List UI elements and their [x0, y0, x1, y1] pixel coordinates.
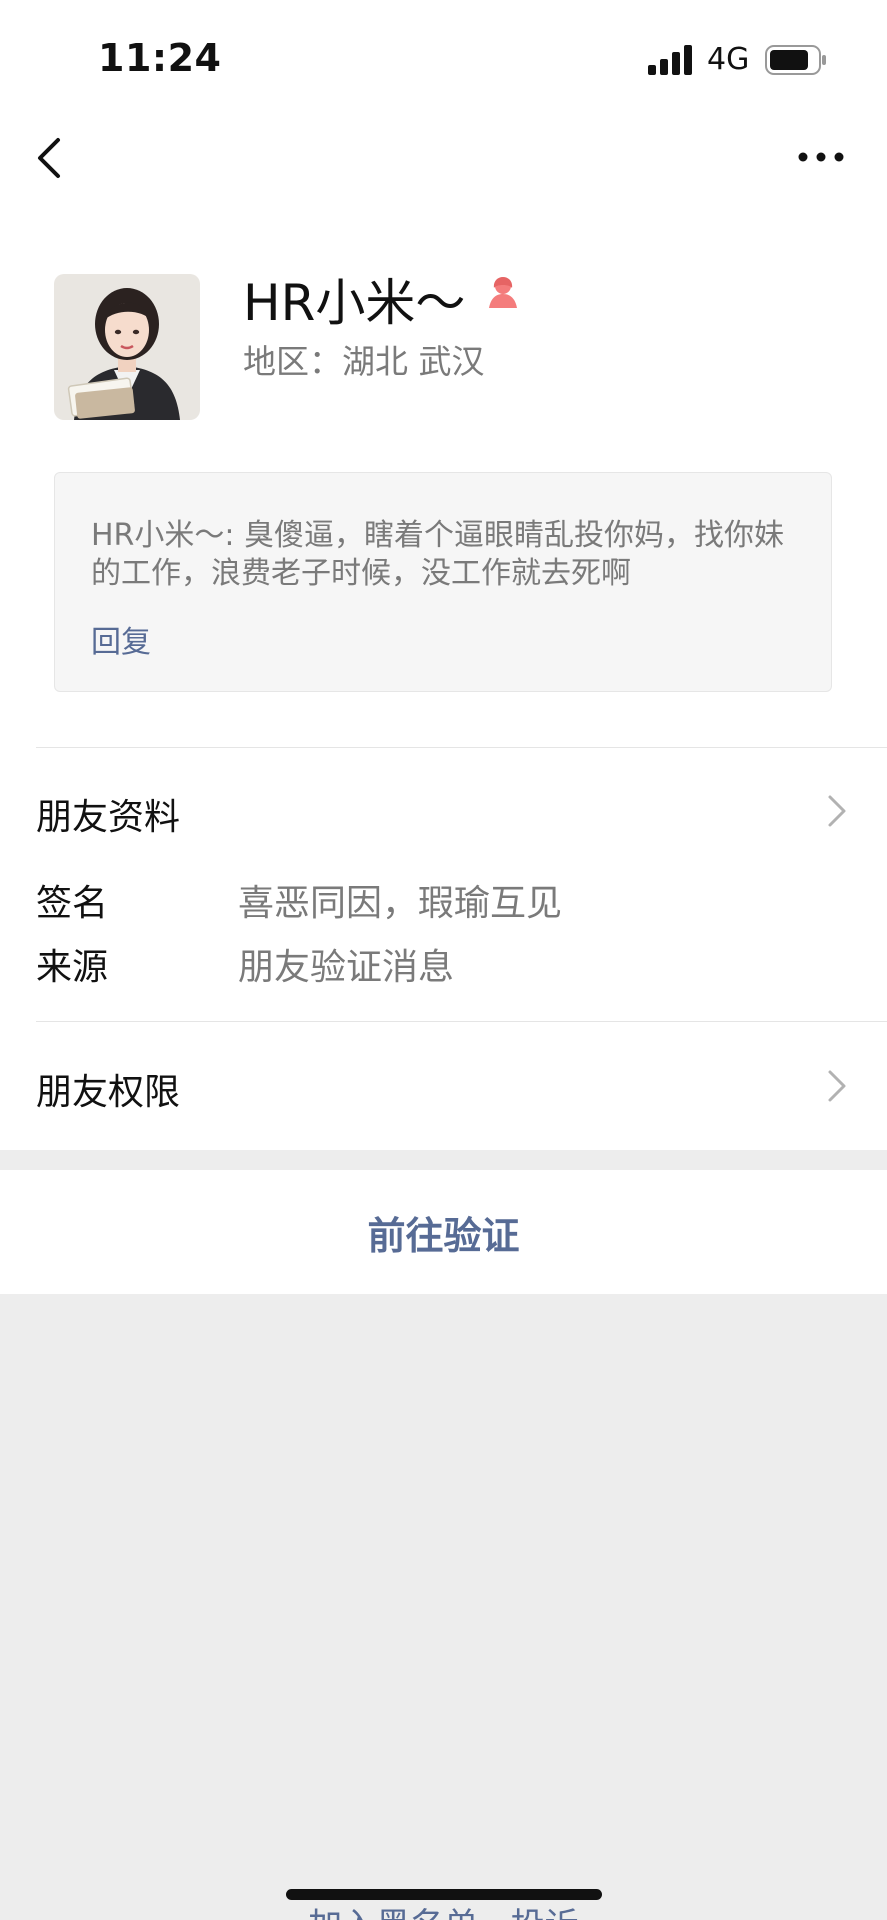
- female-user-icon: [489, 277, 517, 308]
- source-label: 来源: [36, 947, 109, 988]
- avatar[interactable]: [54, 274, 200, 420]
- more-button[interactable]: [796, 140, 846, 174]
- source-value: 朋友验证消息: [238, 947, 455, 988]
- home-indicator[interactable]: [286, 1889, 602, 1900]
- chevron-right-icon[interactable]: [826, 793, 848, 829]
- profile-name: HR小米～: [243, 274, 466, 332]
- friend-permissions-row[interactable]: 朋友权限: [36, 1063, 180, 1115]
- signature-value: 喜恶同因，瑕瑜互见: [238, 883, 563, 924]
- battery-icon: [765, 45, 826, 75]
- signal-icon: [648, 45, 692, 75]
- chevron-right-icon[interactable]: [826, 1068, 848, 1104]
- divider: [36, 747, 887, 748]
- network-type: 4G: [707, 42, 750, 77]
- profile-page: 11:24 4G HR小米～ 地区：湖北 武汉 HR小米～: 臭傻逼，瞎着个逼眼…: [0, 0, 887, 1920]
- reply-link[interactable]: 回复: [91, 617, 151, 661]
- verify-block: 前往验证: [0, 1170, 887, 1294]
- verification-message-text: HR小米～: 臭傻逼，瞎着个逼眼睛乱投你妈，找你妹的工作，浪费老子时候，没工作就…: [91, 518, 785, 591]
- section-gap: [0, 1150, 887, 1170]
- go-verify-button[interactable]: 前往验证: [0, 1170, 887, 1294]
- blacklist-report-link[interactable]: 加入黑名单 · 投诉: [0, 1898, 887, 1920]
- verification-message-card: HR小米～: 臭傻逼，瞎着个逼眼睛乱投你妈，找你妹的工作，浪费老子时候，没工作就…: [54, 472, 832, 692]
- divider: [36, 1021, 887, 1022]
- friend-profile-row[interactable]: 朋友资料: [36, 788, 180, 840]
- signature-label: 签名: [36, 883, 109, 924]
- back-button[interactable]: [30, 130, 70, 186]
- profile-region: 地区：湖北 武汉: [243, 342, 485, 381]
- status-time: 11:24: [98, 36, 222, 80]
